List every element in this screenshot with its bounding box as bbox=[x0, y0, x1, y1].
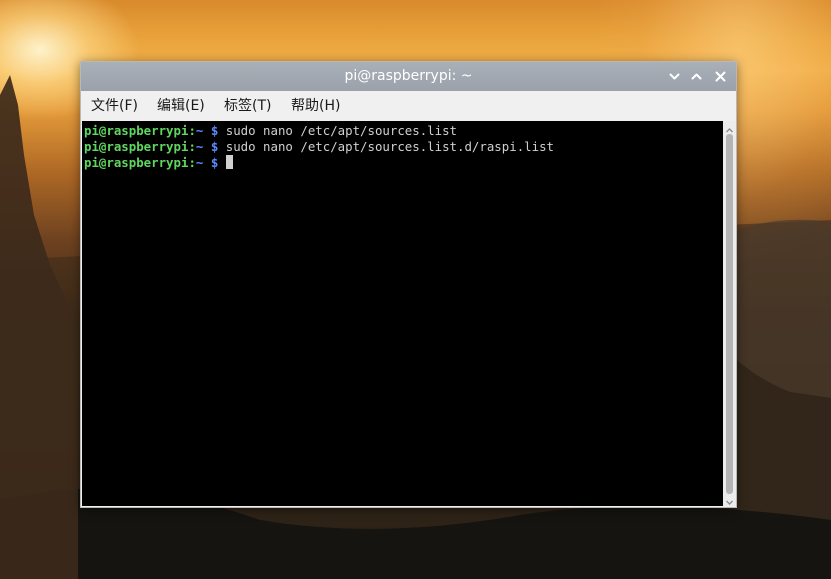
maximize-button[interactable] bbox=[688, 68, 705, 85]
terminal-input-line[interactable]: pi@raspberrypi:~ $ bbox=[84, 155, 233, 171]
terminal-window: pi@raspberrypi: ~ 文件(F) 编辑(E) 标签(T) 帮助(H… bbox=[80, 61, 737, 508]
prompt-user-host: pi@raspberrypi bbox=[84, 139, 189, 154]
command-text: sudo nano /etc/apt/sources.list.d/raspi.… bbox=[218, 139, 554, 154]
scroll-up-button[interactable] bbox=[723, 121, 736, 133]
prompt-user-host: pi@raspberrypi bbox=[84, 155, 189, 170]
terminal-line: pi@raspberrypi:~ $ sudo nano /etc/apt/so… bbox=[84, 123, 457, 139]
prompt-separator: : bbox=[188, 155, 196, 170]
text-cursor bbox=[225, 155, 233, 169]
prompt-separator: : bbox=[188, 139, 196, 154]
close-button[interactable] bbox=[712, 68, 729, 85]
command-text: sudo nano /etc/apt/sources.list bbox=[218, 123, 458, 138]
temple-silhouette bbox=[0, 75, 78, 579]
terminal-output[interactable]: pi@raspberrypi:~ $ sudo nano /etc/apt/so… bbox=[82, 121, 723, 506]
prompt-path: ~ $ bbox=[195, 139, 219, 154]
menu-item-tabs[interactable]: 标签(T) bbox=[224, 91, 271, 121]
chevron-down-icon bbox=[669, 73, 680, 80]
prompt-user-host: pi@raspberrypi bbox=[84, 123, 189, 138]
menu-item-file[interactable]: 文件(F) bbox=[91, 91, 138, 121]
vertical-scrollbar[interactable] bbox=[723, 121, 736, 506]
scroll-thumb[interactable] bbox=[726, 134, 733, 494]
chevron-up-icon bbox=[691, 73, 702, 80]
scroll-down-arrow-icon bbox=[726, 500, 733, 505]
terminal-line: pi@raspberrypi:~ $ sudo nano /etc/apt/so… bbox=[84, 139, 554, 155]
scroll-down-button[interactable] bbox=[723, 494, 736, 506]
minimize-button[interactable] bbox=[666, 68, 683, 85]
prompt-path: ~ $ bbox=[195, 123, 219, 138]
menu-item-edit[interactable]: 编辑(E) bbox=[157, 91, 205, 121]
window-title: pi@raspberrypi: ~ bbox=[344, 68, 473, 84]
title-bar[interactable]: pi@raspberrypi: ~ bbox=[81, 62, 736, 91]
close-icon bbox=[715, 71, 726, 82]
prompt-separator: : bbox=[188, 123, 196, 138]
menu-item-help[interactable]: 帮助(H) bbox=[291, 91, 340, 121]
command-text bbox=[218, 155, 225, 170]
menu-bar: 文件(F) 编辑(E) 标签(T) 帮助(H) bbox=[81, 91, 736, 121]
prompt-path: ~ $ bbox=[195, 155, 219, 170]
